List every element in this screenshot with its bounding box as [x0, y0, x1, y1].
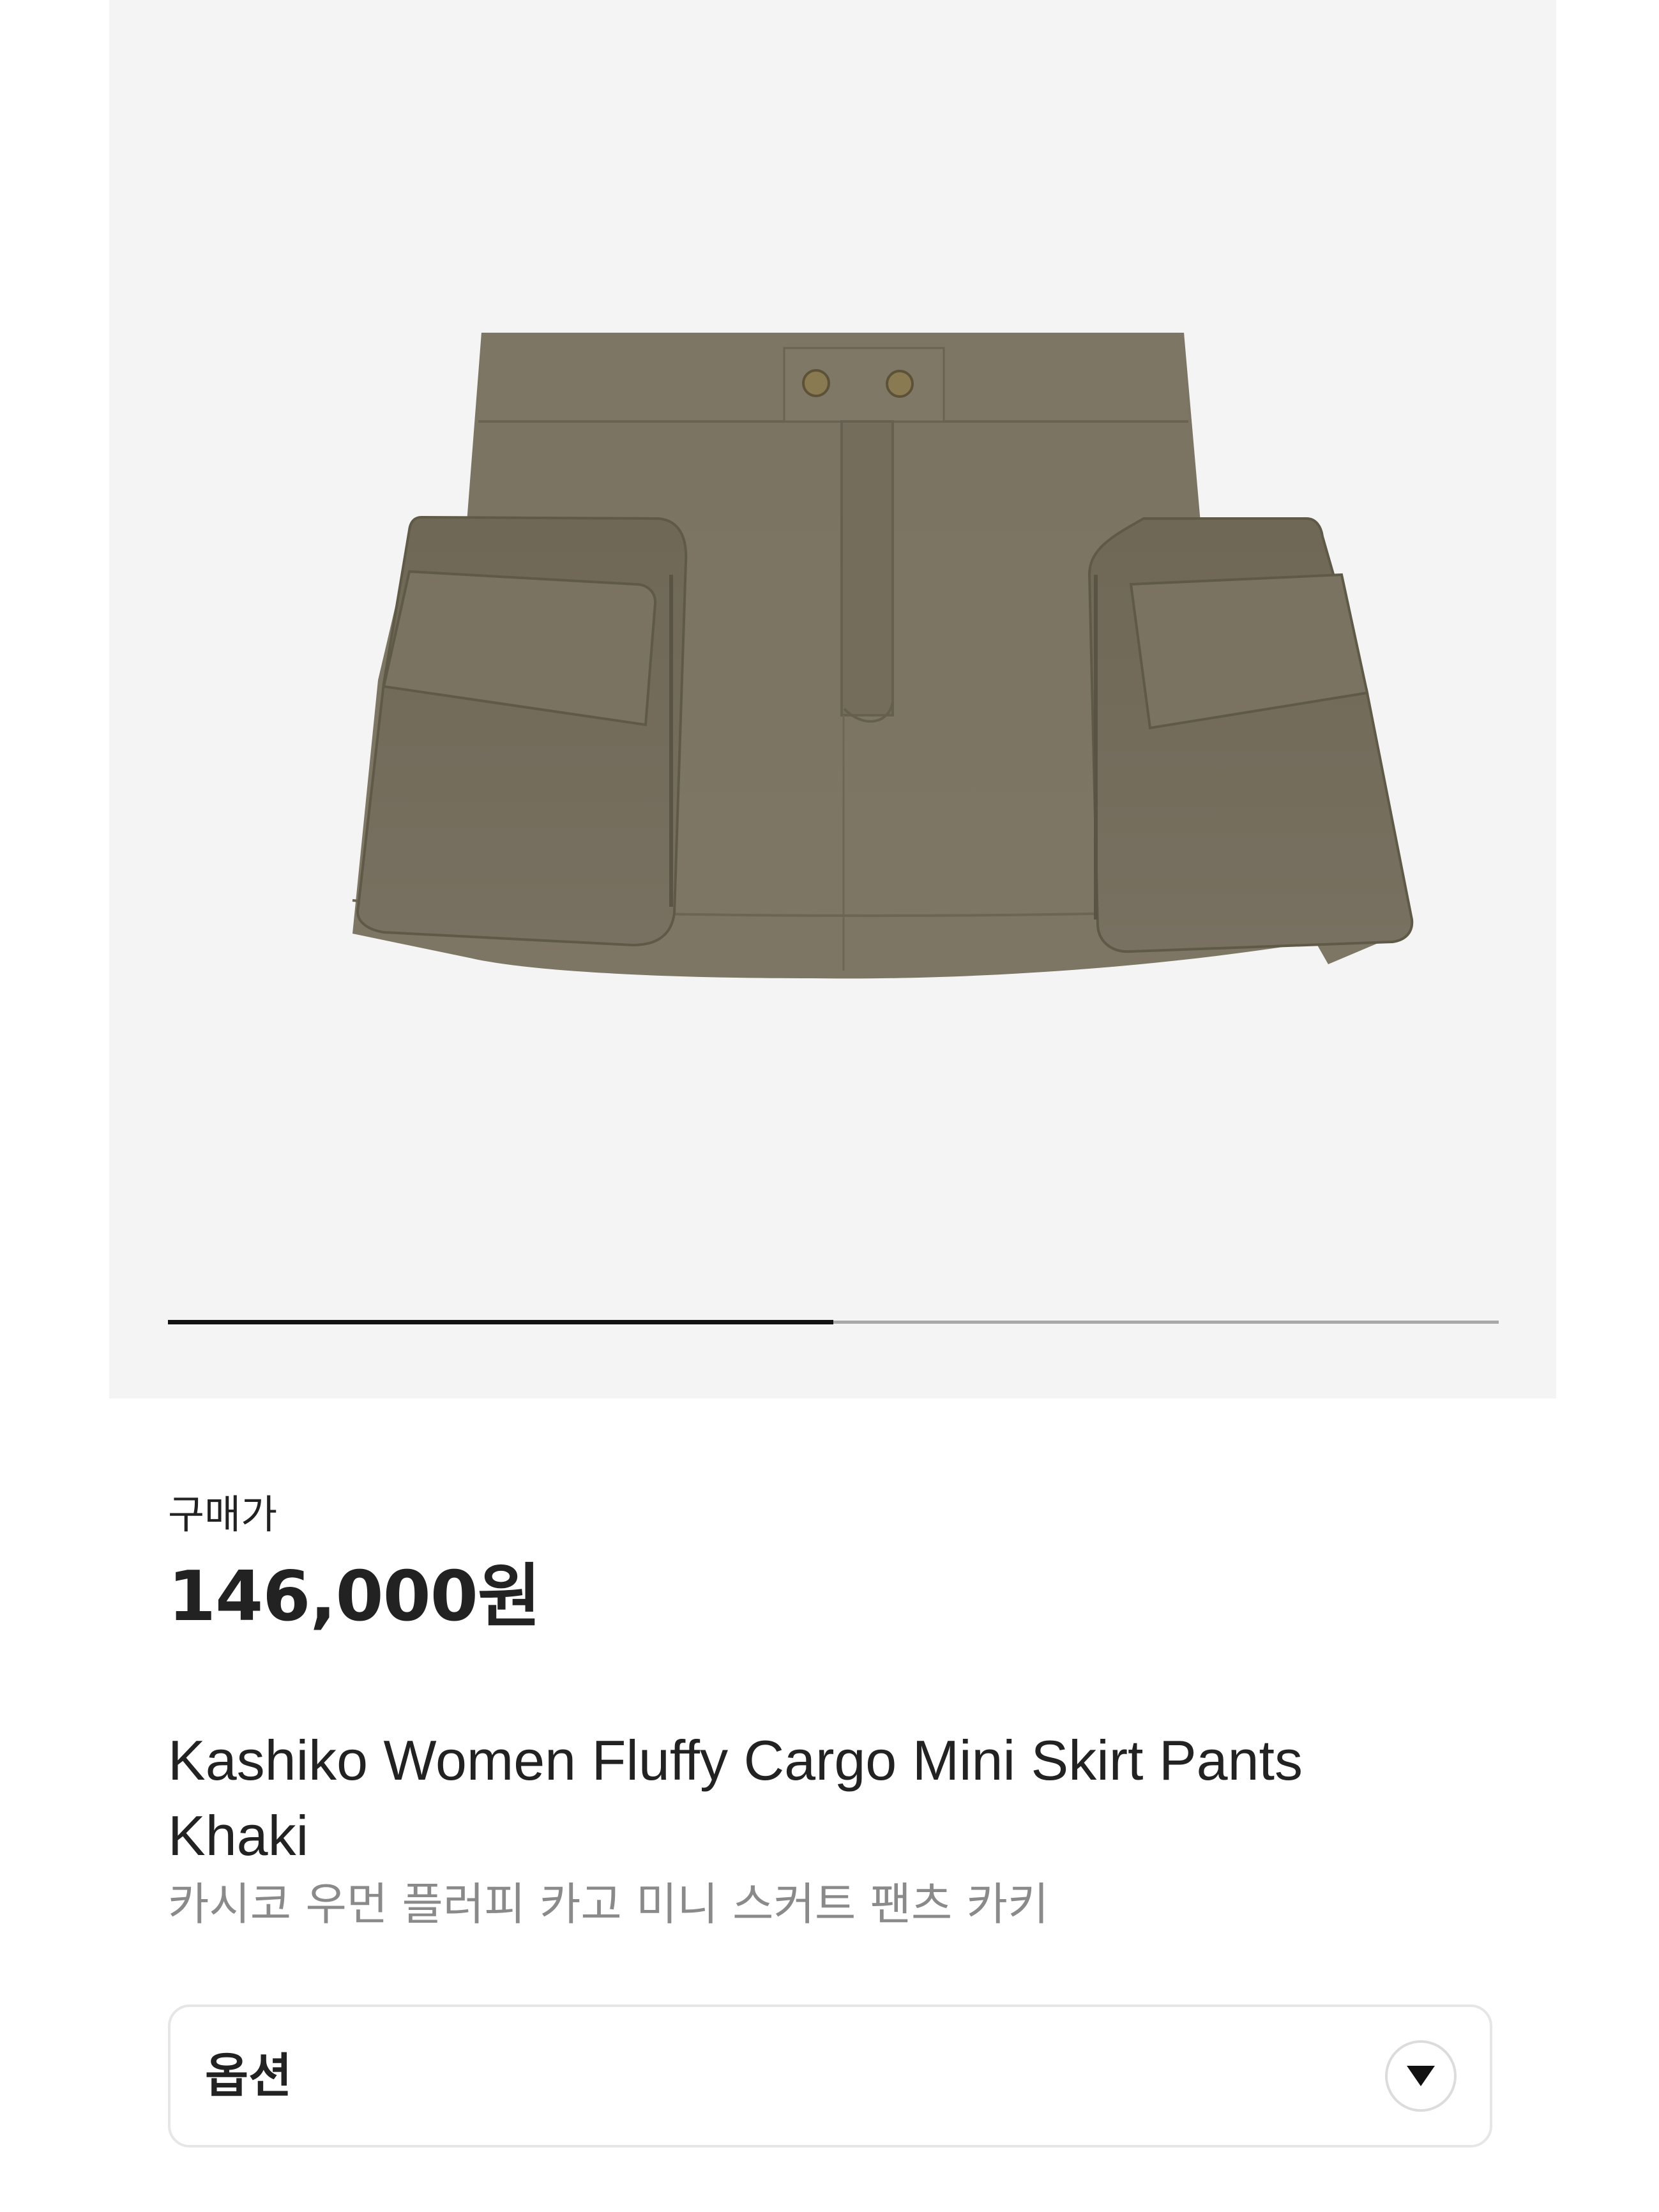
- price-label: 구매가: [168, 1491, 278, 1538]
- chevron-down-icon: [1407, 2066, 1435, 2086]
- slide-progress-fill: [168, 1320, 833, 1324]
- option-select[interactable]: 옵션: [168, 2004, 1492, 2148]
- option-label: 옵션: [205, 2049, 292, 2103]
- slide-progress-track[interactable]: [168, 1320, 1499, 1324]
- product-image: [352, 333, 1414, 979]
- product-name-en: Kashiko Women Fluffy Cargo Mini Skirt Pa…: [168, 1729, 1303, 1867]
- price-value: 146,000원: [168, 1557, 541, 1637]
- option-toggle-button[interactable]: [1385, 2040, 1457, 2112]
- product-name-ko: 카시코 우먼 플러피 카고 미니 스커트 팬츠 카키: [168, 1878, 1049, 1930]
- product-gallery[interactable]: [109, 0, 1556, 1398]
